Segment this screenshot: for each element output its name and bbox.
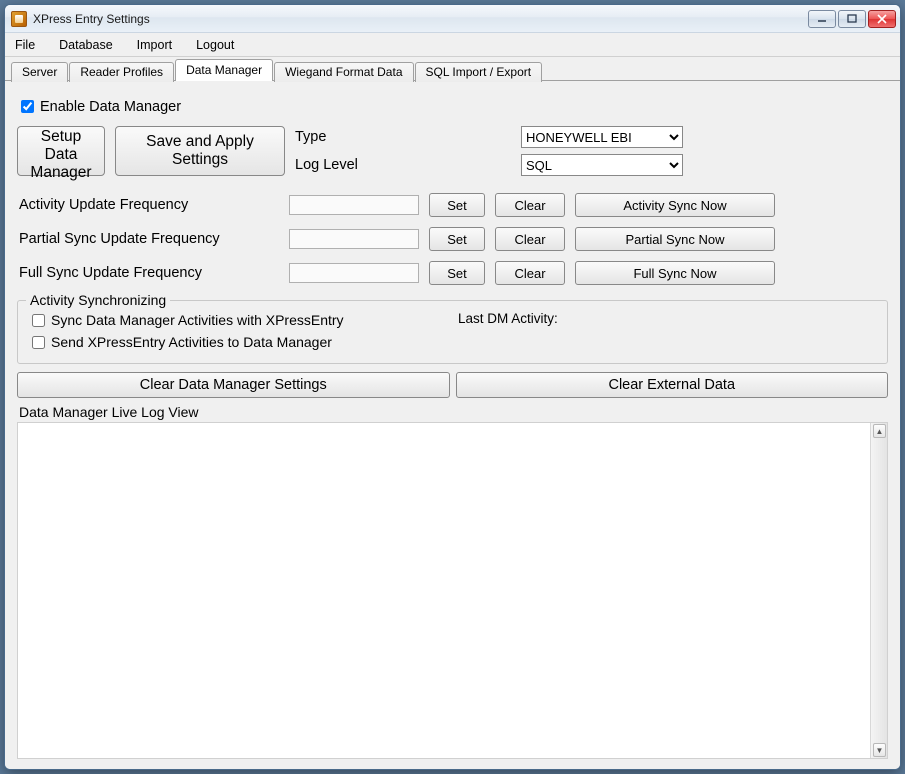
sync-dm-to-xpress-checkbox[interactable] (32, 314, 45, 327)
last-dm-activity-label: Last DM Activity: (458, 311, 558, 326)
clear-data-manager-settings-button[interactable]: Clear Data Manager Settings (17, 372, 450, 398)
activity-freq-input[interactable] (289, 195, 419, 215)
partial-set-button[interactable]: Set (429, 227, 485, 251)
activity-freq-label: Activity Update Frequency (17, 197, 279, 213)
activity-sync-legend: Activity Synchronizing (26, 292, 170, 308)
full-sync-now-button[interactable]: Full Sync Now (575, 261, 775, 285)
maximize-button[interactable] (838, 10, 866, 28)
type-select[interactable]: HONEYWELL EBI (521, 126, 683, 148)
activity-clear-button[interactable]: Clear (495, 193, 565, 217)
log-scrollbar[interactable]: ▲ ▼ (870, 423, 887, 758)
partial-clear-button[interactable]: Clear (495, 227, 565, 251)
tab-panel-data-manager: Enable Data Manager Type HONEYWELL EBI S… (5, 80, 900, 769)
app-window: XPress Entry Settings File Database Impo… (4, 4, 901, 770)
tab-server[interactable]: Server (11, 62, 68, 82)
tab-sql-import-export[interactable]: SQL Import / Export (415, 62, 543, 82)
full-freq-input[interactable] (289, 263, 419, 283)
clear-external-data-button[interactable]: Clear External Data (456, 372, 889, 398)
log-level-label: Log Level (295, 157, 511, 173)
minimize-button[interactable] (808, 10, 836, 28)
sync-dm-to-xpress-label: Sync Data Manager Activities with XPress… (51, 312, 344, 328)
app-icon (11, 11, 27, 27)
live-log-view[interactable]: ▲ ▼ (17, 422, 888, 759)
titlebar: XPress Entry Settings (5, 5, 900, 33)
send-xpress-to-dm-checkbox[interactable] (32, 336, 45, 349)
full-set-button[interactable]: Set (429, 261, 485, 285)
save-apply-settings-button[interactable]: Save and Apply Settings (115, 126, 285, 176)
tabstrip: Server Reader Profiles Data Manager Wieg… (5, 57, 900, 81)
enable-data-manager-checkbox[interactable] (21, 100, 34, 113)
window-title: XPress Entry Settings (33, 12, 808, 26)
activity-set-button[interactable]: Set (429, 193, 485, 217)
menubar: File Database Import Logout (5, 33, 900, 57)
live-log-label: Data Manager Live Log View (17, 404, 888, 420)
log-level-select[interactable]: SQL (521, 154, 683, 176)
scroll-up-icon[interactable]: ▲ (873, 424, 886, 438)
tab-reader-profiles[interactable]: Reader Profiles (69, 62, 174, 82)
menu-logout[interactable]: Logout (192, 36, 238, 54)
send-xpress-to-dm-label: Send XPressEntry Activities to Data Mana… (51, 334, 332, 350)
activity-sync-group: Activity Synchronizing Sync Data Manager… (17, 300, 888, 364)
tab-wiegand[interactable]: Wiegand Format Data (274, 62, 413, 82)
scroll-down-icon[interactable]: ▼ (873, 743, 886, 757)
full-clear-button[interactable]: Clear (495, 261, 565, 285)
full-freq-label: Full Sync Update Frequency (17, 265, 279, 281)
menu-import[interactable]: Import (133, 36, 176, 54)
partial-freq-label: Partial Sync Update Frequency (17, 231, 279, 247)
close-button[interactable] (868, 10, 896, 28)
activity-sync-now-button[interactable]: Activity Sync Now (575, 193, 775, 217)
tab-data-manager[interactable]: Data Manager (175, 59, 273, 81)
type-label: Type (295, 129, 511, 145)
partial-sync-now-button[interactable]: Partial Sync Now (575, 227, 775, 251)
menu-database[interactable]: Database (55, 36, 117, 54)
setup-data-manager-button[interactable]: Setup Data Manager (17, 126, 105, 176)
partial-freq-input[interactable] (289, 229, 419, 249)
menu-file[interactable]: File (11, 36, 39, 54)
enable-data-manager-label: Enable Data Manager (40, 99, 181, 115)
